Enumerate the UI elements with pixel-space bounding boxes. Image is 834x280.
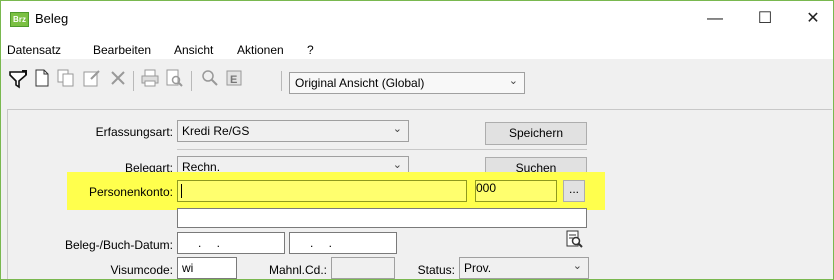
- status-value: Prov.: [464, 261, 492, 275]
- buch-datum-input[interactable]: . .: [289, 232, 397, 254]
- status-label: Status:: [417, 263, 455, 277]
- new-icon[interactable]: [31, 69, 53, 91]
- personenkonto-name-field: [177, 208, 587, 228]
- status-select[interactable]: Prov. ⌄: [459, 257, 589, 279]
- visumcode-label: Visumcode:: [110, 263, 173, 277]
- menu-bearbeiten[interactable]: Bearbeiten: [93, 43, 151, 57]
- chevron-down-icon: ⌄: [508, 75, 518, 87]
- personenkonto-browse-button[interactable]: ...: [563, 180, 585, 202]
- text-cursor: [181, 184, 182, 198]
- export-icon[interactable]: E: [223, 69, 245, 91]
- brz-app-icon: Brz: [10, 12, 29, 27]
- buch-datum-value: . .: [310, 236, 339, 250]
- personenkonto-input[interactable]: [177, 180, 467, 202]
- toolbar-separator: [191, 71, 192, 91]
- svg-text:E: E: [230, 74, 237, 86]
- title-bar: Brz Beleg — ☐ ✕: [1, 1, 833, 37]
- menu-aktionen[interactable]: Aktionen: [237, 43, 284, 57]
- calendar-search-icon[interactable]: [563, 230, 585, 252]
- visumcode-input[interactable]: wi: [177, 257, 237, 279]
- delete-icon[interactable]: [107, 69, 129, 91]
- beleg-datum-input[interactable]: . .: [177, 232, 285, 254]
- menu-bar: Datensatz Bearbeiten Ansicht Aktionen ?: [1, 37, 833, 59]
- erfassungsart-select[interactable]: Kredi Re/GS ⌄: [177, 120, 409, 142]
- maximize-button[interactable]: ☐: [745, 5, 785, 33]
- print-preview-icon[interactable]: [163, 69, 185, 91]
- search-icon[interactable]: [199, 69, 221, 91]
- view-select-value: Original Ansicht (Global): [295, 76, 425, 90]
- divider: [177, 149, 587, 150]
- chevron-down-icon: ⌄: [392, 159, 402, 171]
- close-button[interactable]: ✕: [793, 5, 833, 33]
- menu-ansicht[interactable]: Ansicht: [174, 43, 213, 57]
- view-select[interactable]: Original Ansicht (Global) ⌄: [289, 72, 525, 94]
- toolbar-separator: [133, 71, 134, 91]
- mahnl-label: Mahnl.Cd.:: [268, 263, 327, 277]
- personenkonto-number[interactable]: 000: [475, 180, 557, 202]
- toolbar-separator: [281, 71, 282, 91]
- window-title: Beleg: [35, 11, 69, 26]
- minimize-button[interactable]: —: [695, 5, 735, 33]
- visumcode-value: wi: [182, 261, 194, 275]
- menu-datensatz[interactable]: Datensatz: [7, 43, 61, 57]
- chevron-down-icon: ⌄: [572, 260, 582, 272]
- print-icon[interactable]: [139, 69, 161, 91]
- copy-icon[interactable]: [55, 69, 77, 91]
- erfassungsart-value: Kredi Re/GS: [182, 124, 250, 138]
- personenkonto-label: Personenkonto:: [88, 185, 173, 199]
- properties-icon[interactable]: [81, 69, 103, 91]
- speichern-button[interactable]: Speichern: [485, 122, 587, 145]
- erfassungsart-label: Erfassungsart:: [95, 125, 173, 139]
- datum-label: Beleg-/Buch-Datum:: [64, 238, 173, 252]
- menu-help[interactable]: ?: [307, 43, 314, 57]
- beleg-datum-value: . .: [198, 236, 227, 250]
- chevron-down-icon: ⌄: [392, 123, 402, 135]
- toolbar: E Original Ansicht (Global) ⌄: [1, 63, 833, 101]
- mahnl-input[interactable]: [331, 257, 395, 279]
- beleg-window: Brz Beleg — ☐ ✕ Datensatz Bearbeiten Ans…: [0, 0, 834, 280]
- personenkonto-number-value: 000: [476, 181, 497, 195]
- filter-icon[interactable]: [7, 69, 29, 91]
